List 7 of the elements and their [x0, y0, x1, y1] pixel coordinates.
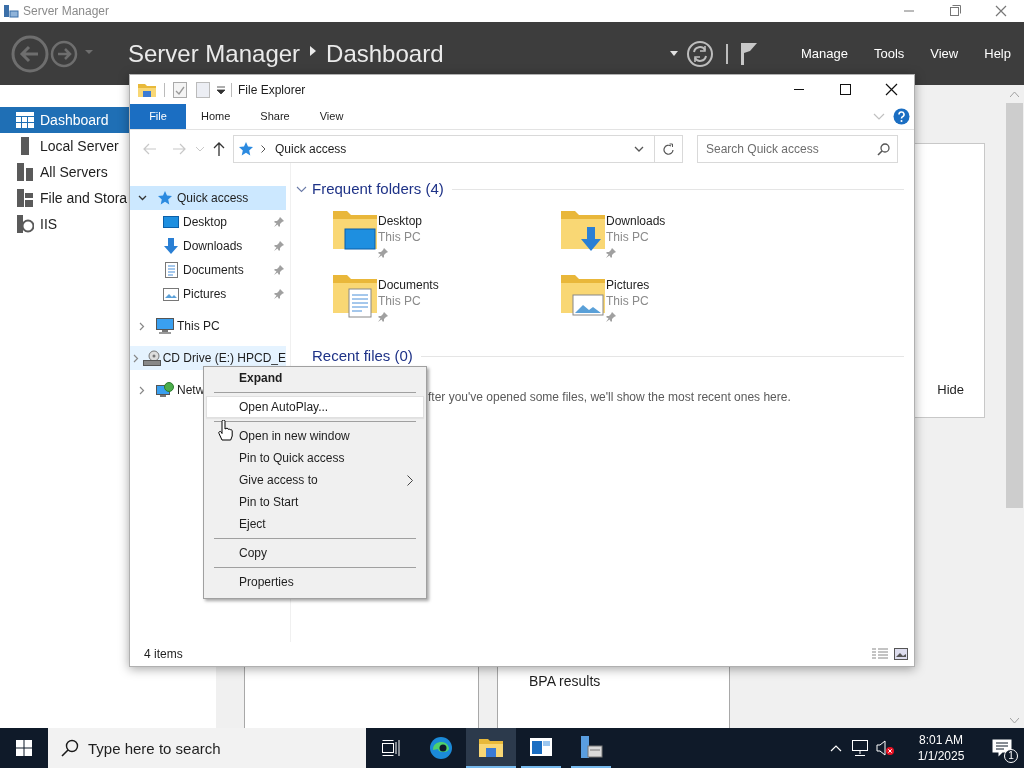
window-title: File Explorer — [238, 81, 306, 99]
tile-label: BPA results — [529, 673, 601, 689]
notification-badge: 1 — [1004, 749, 1018, 763]
window-title: Server Manager — [23, 3, 110, 20]
empty-message: fter you've opened some files, we'll show the most recent ones here. — [428, 389, 792, 405]
address-text: Quick access — [275, 141, 347, 158]
status-text: 4 items — [144, 646, 183, 663]
